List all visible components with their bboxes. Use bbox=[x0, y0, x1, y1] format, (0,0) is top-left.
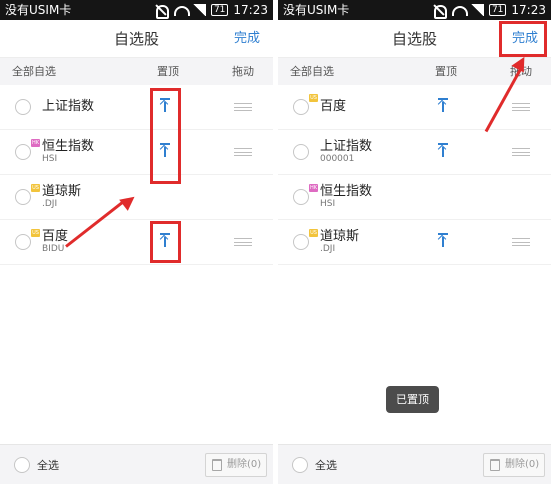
stock-code: .DJI bbox=[42, 199, 58, 209]
time-label: 17:23 bbox=[233, 3, 268, 17]
mute-icon bbox=[432, 4, 447, 19]
mute-icon bbox=[154, 4, 169, 19]
row-select-radio[interactable] bbox=[15, 99, 31, 115]
hk-market-tag-icon: HK bbox=[309, 184, 318, 192]
stock-code: HSI bbox=[320, 199, 336, 209]
stock-list: US 百度 上证指数 000001 HK 恒生指数 HSI US 道琼斯 .DJ… bbox=[278, 85, 551, 265]
drag-handle-icon[interactable] bbox=[512, 103, 530, 111]
pin-top-icon[interactable] bbox=[436, 233, 450, 248]
select-all-radio[interactable] bbox=[14, 457, 30, 473]
status-bar: 没有USIM卡 71 17:23 bbox=[0, 0, 273, 20]
column-pin-top: 置顶 bbox=[157, 65, 179, 78]
stock-code: HSI bbox=[42, 154, 58, 164]
signal-icon bbox=[191, 4, 206, 16]
stock-name: 道琼斯 bbox=[42, 184, 82, 199]
delete-label: 删除(0) bbox=[227, 459, 262, 470]
done-button[interactable]: 完成 bbox=[512, 30, 538, 48]
column-pin-top: 置顶 bbox=[435, 65, 457, 78]
left-phone-panel: 没有USIM卡 71 17:23 自选股 完成 全部自选 置顶 拖动 上证指数 bbox=[0, 0, 273, 484]
row-select-radio[interactable] bbox=[15, 234, 31, 250]
trash-icon bbox=[490, 459, 500, 471]
delete-button[interactable]: 删除(0) bbox=[205, 453, 267, 477]
stock-row[interactable]: US 道琼斯 .DJI bbox=[278, 220, 551, 265]
carrier-label: 没有USIM卡 bbox=[283, 3, 350, 17]
row-select-radio[interactable] bbox=[293, 234, 309, 250]
select-all-label: 全选 bbox=[315, 459, 337, 472]
stock-row[interactable]: 上证指数 000001 bbox=[278, 130, 551, 175]
stock-row[interactable]: US 道琼斯 .DJI bbox=[0, 175, 273, 220]
right-phone-panel: 没有USIM卡 71 17:23 自选股 完成 全部自选 置顶 拖动 US 百度 bbox=[278, 0, 551, 484]
bottom-action-bar: 全选 删除(0) bbox=[0, 444, 273, 484]
wifi-icon bbox=[451, 4, 468, 16]
drag-handle-icon[interactable] bbox=[234, 238, 252, 246]
row-select-radio[interactable] bbox=[15, 144, 31, 160]
status-bar: 没有USIM卡 71 17:23 bbox=[278, 0, 551, 20]
row-select-radio[interactable] bbox=[293, 189, 309, 205]
drag-handle-icon[interactable] bbox=[234, 148, 252, 156]
stock-list: 上证指数 HK 恒生指数 HSI US 道琼斯 .DJI US 百度 BIDU bbox=[0, 85, 273, 265]
time-label: 17:23 bbox=[511, 3, 546, 17]
stock-code: BIDU bbox=[42, 244, 65, 254]
page-header: 自选股 完成 bbox=[0, 20, 273, 58]
select-all-radio[interactable] bbox=[292, 457, 308, 473]
row-select-radio[interactable] bbox=[293, 99, 309, 115]
drag-handle-icon[interactable] bbox=[512, 148, 530, 156]
carrier-label: 没有USIM卡 bbox=[5, 3, 72, 17]
bottom-action-bar: 全选 删除(0) bbox=[278, 444, 551, 484]
pin-top-icon[interactable] bbox=[158, 143, 172, 158]
us-market-tag-icon: US bbox=[31, 229, 40, 237]
page-title: 自选股 bbox=[113, 30, 159, 48]
signal-icon bbox=[469, 4, 484, 16]
stock-name: 百度 bbox=[320, 99, 347, 114]
page-title: 自选股 bbox=[391, 30, 437, 48]
us-market-tag-icon: US bbox=[309, 94, 318, 102]
stock-name: 百度 bbox=[42, 229, 69, 244]
hk-market-tag-icon: HK bbox=[31, 139, 40, 147]
trash-icon bbox=[212, 459, 222, 471]
pin-top-icon[interactable] bbox=[436, 143, 450, 158]
stock-row[interactable]: US 百度 bbox=[278, 85, 551, 130]
column-drag: 拖动 bbox=[232, 65, 254, 78]
pin-top-icon[interactable] bbox=[158, 233, 172, 248]
battery-level: 71 bbox=[210, 4, 229, 16]
stock-name: 恒生指数 bbox=[42, 139, 95, 154]
stock-name: 上证指数 bbox=[320, 139, 373, 154]
delete-label: 删除(0) bbox=[505, 459, 540, 470]
column-all-watchlist: 全部自选 bbox=[290, 65, 334, 78]
select-all-label: 全选 bbox=[37, 459, 59, 472]
drag-handle-icon[interactable] bbox=[234, 103, 252, 111]
drag-handle-icon[interactable] bbox=[512, 238, 530, 246]
toast-message: 已置顶 bbox=[386, 386, 439, 413]
done-button[interactable]: 完成 bbox=[234, 30, 260, 48]
column-headers: 全部自选 置顶 拖动 bbox=[0, 58, 273, 85]
battery-level: 71 bbox=[488, 4, 507, 16]
stock-row[interactable]: HK 恒生指数 HSI bbox=[278, 175, 551, 220]
stock-code: 000001 bbox=[320, 154, 355, 164]
stock-name: 道琼斯 bbox=[320, 229, 360, 244]
stock-name: 上证指数 bbox=[42, 99, 95, 114]
stock-code: .DJI bbox=[320, 244, 336, 254]
status-icons: 71 17:23 bbox=[432, 0, 546, 20]
row-select-radio[interactable] bbox=[293, 144, 309, 160]
column-headers: 全部自选 置顶 拖动 bbox=[278, 58, 551, 85]
stock-row[interactable]: 上证指数 bbox=[0, 85, 273, 130]
us-market-tag-icon: US bbox=[309, 229, 318, 237]
column-drag: 拖动 bbox=[510, 65, 532, 78]
stock-name: 恒生指数 bbox=[320, 184, 373, 199]
status-icons: 71 17:23 bbox=[154, 0, 268, 20]
us-market-tag-icon: US bbox=[31, 184, 40, 192]
pin-top-icon[interactable] bbox=[436, 98, 450, 113]
column-all-watchlist: 全部自选 bbox=[12, 65, 56, 78]
comparison-screenshot: 没有USIM卡 71 17:23 自选股 完成 全部自选 置顶 拖动 上证指数 bbox=[0, 0, 551, 484]
pin-top-icon[interactable] bbox=[158, 98, 172, 113]
delete-button[interactable]: 删除(0) bbox=[483, 453, 545, 477]
stock-row[interactable]: HK 恒生指数 HSI bbox=[0, 130, 273, 175]
page-header: 自选股 完成 bbox=[278, 20, 551, 58]
stock-row[interactable]: US 百度 BIDU bbox=[0, 220, 273, 265]
row-select-radio[interactable] bbox=[15, 189, 31, 205]
wifi-icon bbox=[173, 4, 190, 16]
